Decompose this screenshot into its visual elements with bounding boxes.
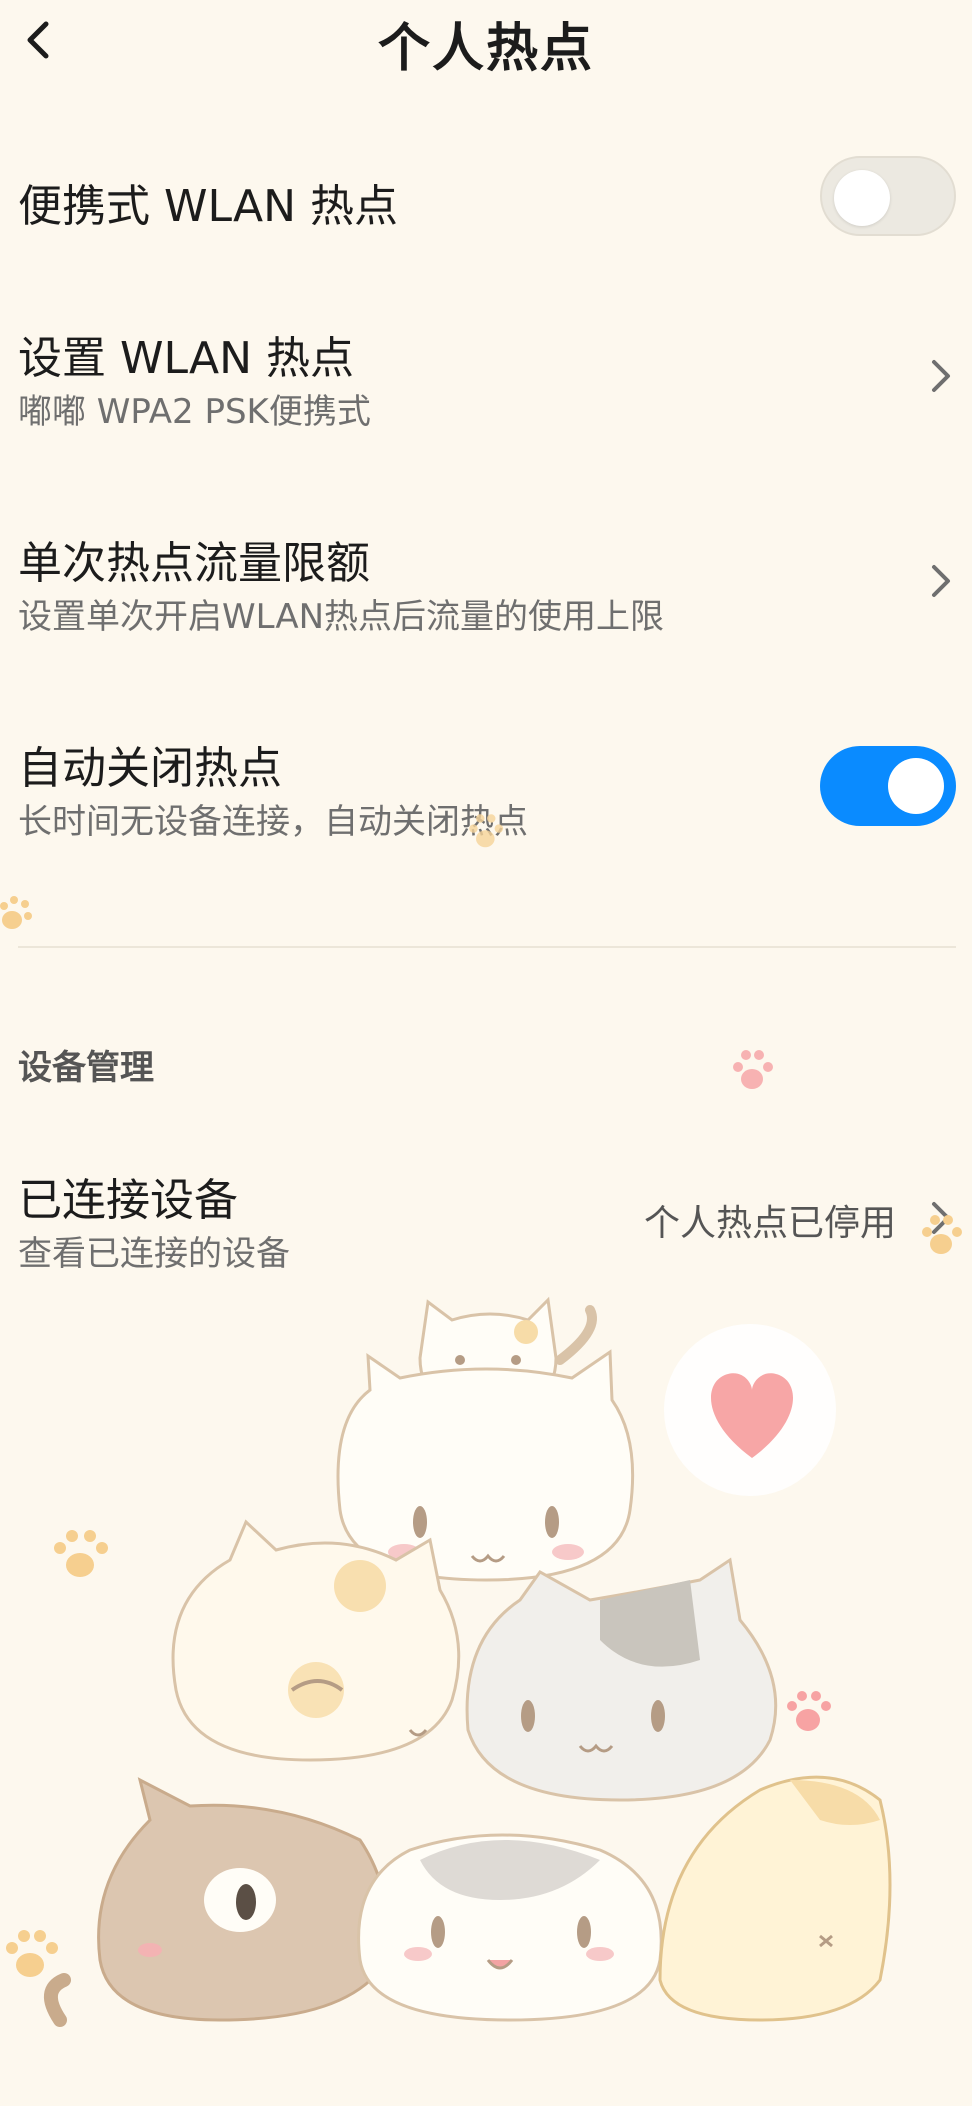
chevron-right-icon: [926, 559, 956, 603]
portable-hotspot-row[interactable]: 便携式 WLAN 热点: [0, 120, 972, 280]
divider: [18, 946, 956, 948]
cats-wallpaper-illustration: [6, 1296, 892, 2027]
paw-print-icon: [733, 1050, 773, 1089]
data-limit-row[interactable]: 单次热点流量限额 设置单次开启WLAN热点后流量的使用上限: [0, 505, 972, 655]
toggle-knob: [888, 758, 944, 814]
connected-devices-title: 已连接设备: [18, 1175, 238, 1226]
section-header-device-management: 设备管理: [18, 1048, 154, 1088]
page-title: 个人热点: [377, 19, 594, 79]
setup-hotspot-row[interactable]: 设置 WLAN 热点 嘟嘟 WPA2 PSK便携式: [0, 300, 972, 450]
hotspot-status-text: 个人热点已停用: [643, 1203, 896, 1244]
portable-hotspot-title: 便携式 WLAN 热点: [18, 181, 399, 232]
header-bar: 个人热点: [0, 0, 972, 86]
data-limit-title: 单次热点流量限额: [18, 538, 370, 589]
chevron-right-icon: [926, 354, 956, 398]
portable-hotspot-toggle[interactable]: [820, 156, 956, 236]
paw-print-icon: [469, 814, 504, 848]
paw-print-icon: [0, 896, 32, 929]
setup-hotspot-subtitle: 嘟嘟 WPA2 PSK便携式: [18, 392, 371, 432]
setup-hotspot-title: 设置 WLAN 热点: [18, 333, 355, 384]
toggle-knob: [834, 170, 890, 226]
auto-close-title: 自动关闭热点: [18, 743, 282, 794]
auto-close-subtitle: 长时间无设备连接，自动关闭热点: [18, 802, 528, 842]
data-limit-subtitle: 设置单次开启WLAN热点后流量的使用上限: [18, 597, 665, 637]
auto-close-toggle[interactable]: [820, 746, 956, 826]
paw-print-icon: [922, 1215, 962, 1254]
